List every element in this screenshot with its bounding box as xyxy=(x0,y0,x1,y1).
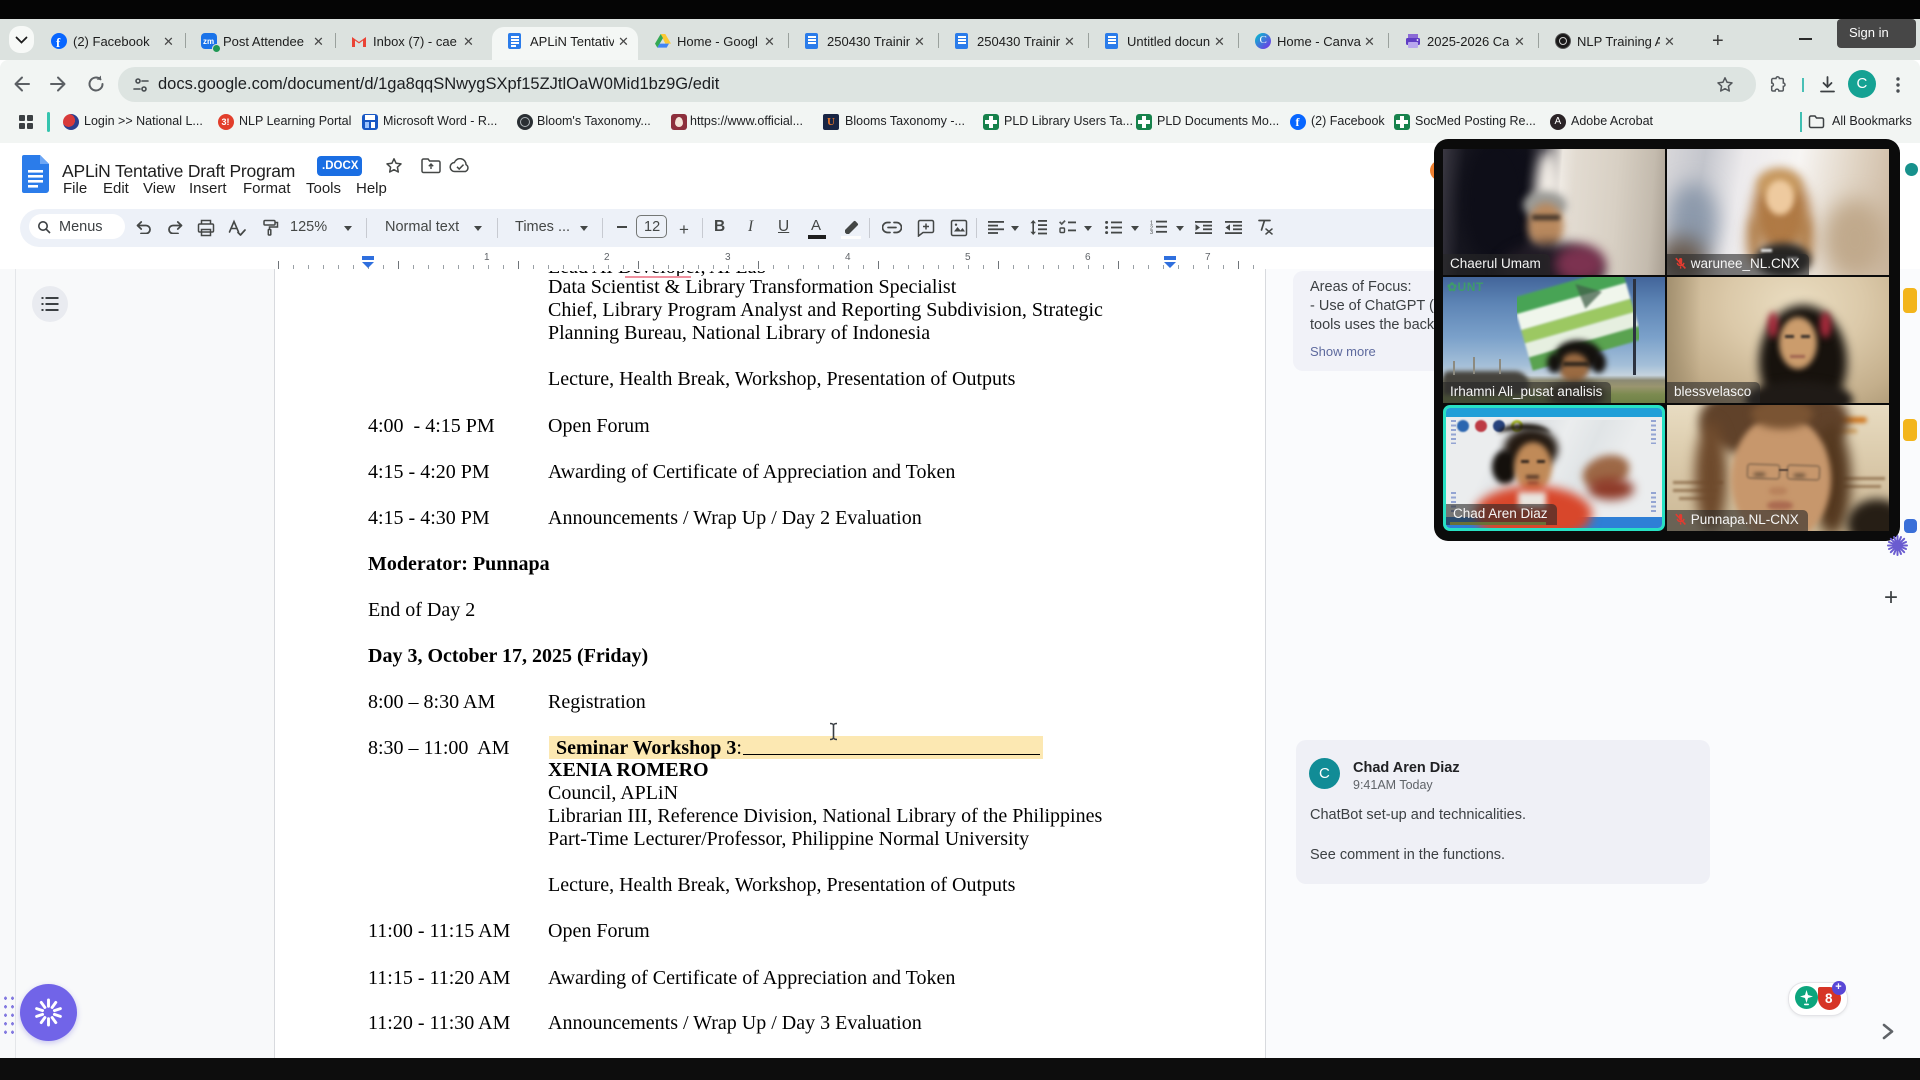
svg-text:3: 3 xyxy=(1150,230,1153,234)
